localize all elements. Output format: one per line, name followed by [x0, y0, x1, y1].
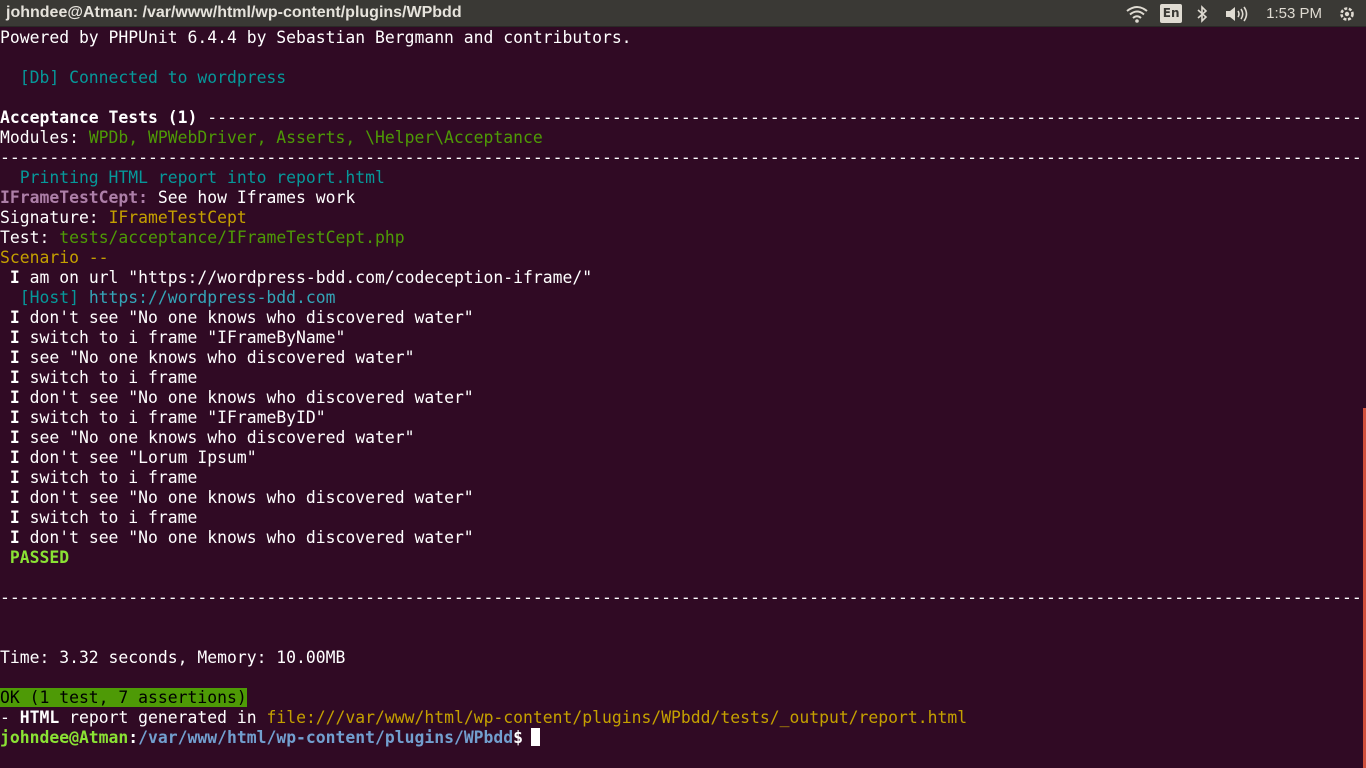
report-path[interactable]: file:///var/www/html/wp-content/plugins/… [266, 708, 967, 727]
indicator-area: En 1:53 PM [1124, 0, 1366, 27]
step-text: see "No one knows who discovered water" [19, 428, 415, 447]
host-url[interactable]: https://wordpress-bdd.com [89, 288, 336, 307]
report-bold: HTML [19, 708, 60, 727]
step-line: I don't see "No one knows who discovered… [0, 488, 1360, 508]
step-prefix: I [0, 408, 20, 427]
test-label: Test: [0, 228, 60, 247]
step-prefix: I [0, 388, 20, 407]
signature-line: Signature: IFrameTestCept [0, 208, 1360, 228]
signature-label: Signature: [0, 208, 109, 227]
step-prefix: I [0, 328, 20, 347]
host-line: [Host] https://wordpress-bdd.com [0, 288, 1360, 308]
suite-rule: ----------------------------------------… [197, 108, 1360, 127]
step-prefix: I [0, 528, 20, 547]
sound-icon[interactable] [1224, 0, 1250, 27]
bluetooth-icon[interactable] [1194, 0, 1210, 27]
top-panel: johndee@Atman: /var/www/html/wp-content/… [0, 0, 1366, 27]
test-name: IFrameTestCept: [0, 188, 149, 207]
test-name-line: IFrameTestCept: See how Iframes work [0, 188, 1360, 208]
step-prefix: I [0, 428, 20, 447]
window-title: johndee@Atman: /var/www/html/wp-content/… [6, 4, 462, 21]
test-description: See how Iframes work [148, 188, 356, 207]
suite-header: Acceptance Tests (1) [0, 108, 198, 127]
step-line: I don't see "No one knows who discovered… [0, 308, 1360, 328]
modules-line: Modules: WPDb, WPWebDriver, Asserts, \He… [0, 128, 1360, 148]
step-line: I see "No one knows who discovered water… [0, 428, 1360, 448]
prompt-line[interactable]: johndee@Atman:/var/www/html/wp-content/p… [0, 728, 1360, 748]
step-prefix: I [0, 348, 20, 367]
step-line: I am on url "https://wordpress-bdd.com/c… [0, 268, 1360, 288]
passed-status: PASSED [0, 548, 70, 567]
step-text: switch to i frame [19, 508, 198, 527]
step-line: I switch to i frame "IFrameByID" [0, 408, 1360, 428]
report-mid: report generated in [59, 708, 267, 727]
step-text: don't see "Lorum Ipsum" [19, 448, 257, 467]
step-prefix: I [0, 468, 20, 487]
step-line: I switch to i frame [0, 508, 1360, 528]
clock[interactable]: 1:53 PM [1266, 0, 1336, 27]
separator-rule: ----------------------------------------… [0, 588, 1360, 607]
phpunit-banner: Powered by PHPUnit 6.4.4 by Sebastian Be… [0, 28, 632, 47]
ok-summary: OK (1 test, 7 assertions) [0, 688, 247, 707]
step-prefix: I [0, 268, 20, 287]
step-line: I switch to i frame [0, 368, 1360, 388]
scenario-line: Scenario -- [0, 248, 109, 267]
step-prefix: I [0, 308, 20, 327]
terminal-output[interactable]: Powered by PHPUnit 6.4.4 by Sebastian Be… [0, 28, 1360, 768]
modules-value: WPDb, WPWebDriver, Asserts, \Helper\Acce… [88, 128, 543, 147]
step-prefix: I [0, 448, 20, 467]
clock-label: 1:53 PM [1266, 5, 1322, 22]
text-cursor [531, 728, 541, 746]
report-prefix: - [0, 708, 20, 727]
db-connected-line: [Db] Connected to wordpress [0, 68, 287, 87]
step-line: I don't see "No one knows who discovered… [0, 388, 1360, 408]
ok-summary-line: OK (1 test, 7 assertions) [0, 688, 1360, 708]
step-line: I switch to i frame [0, 468, 1360, 488]
step-text: switch to i frame [19, 368, 198, 387]
step-prefix: I [0, 508, 20, 527]
test-file-line: Test: tests/acceptance/IFrameTestCept.ph… [0, 228, 1360, 248]
step-line: I don't see "No one knows who discovered… [0, 528, 1360, 548]
step-text: am on url "https://wordpress-bdd.com/cod… [19, 268, 593, 287]
separator-rule: ----------------------------------------… [0, 148, 1360, 167]
prompt-dollar: $ [513, 728, 524, 747]
host-label: [Host] [0, 288, 89, 307]
gear-icon[interactable] [1336, 0, 1358, 27]
step-line: I see "No one knows who discovered water… [0, 348, 1360, 368]
prompt-path: /var/www/html/wp-content/plugins/WPbdd [138, 728, 514, 747]
printing-report-line: Printing HTML report into report.html [0, 168, 385, 187]
step-text: switch to i frame "IFrameByID" [19, 408, 326, 427]
step-prefix: I [0, 488, 20, 507]
step-text: don't see "No one knows who discovered w… [19, 388, 474, 407]
step-text: don't see "No one knows who discovered w… [19, 308, 474, 327]
signature-value: IFrameTestCept [108, 208, 247, 227]
step-text: don't see "No one knows who discovered w… [19, 528, 474, 547]
keyboard-language-indicator[interactable]: En [1160, 0, 1183, 27]
step-text: don't see "No one knows who discovered w… [19, 488, 474, 507]
step-line: I don't see "Lorum Ipsum" [0, 448, 1360, 468]
time-memory-line: Time: 3.32 seconds, Memory: 10.00MB [0, 648, 346, 667]
test-file-path: tests/acceptance/IFrameTestCept.php [59, 228, 405, 247]
prompt-colon: : [128, 728, 139, 747]
step-text: switch to i frame [19, 468, 198, 487]
step-prefix: I [0, 368, 20, 387]
step-text: switch to i frame "IFrameByName" [19, 328, 346, 347]
wifi-icon[interactable] [1124, 0, 1150, 27]
step-text: see "No one knows who discovered water" [19, 348, 415, 367]
suite-header-line: Acceptance Tests (1) -------------------… [0, 108, 1360, 128]
report-line: - HTML report generated in file:///var/w… [0, 708, 1360, 728]
language-label: En [1160, 4, 1183, 23]
step-line: I switch to i frame "IFrameByName" [0, 328, 1360, 348]
modules-label: Modules: [0, 128, 89, 147]
prompt-user: johndee@Atman [0, 728, 129, 747]
